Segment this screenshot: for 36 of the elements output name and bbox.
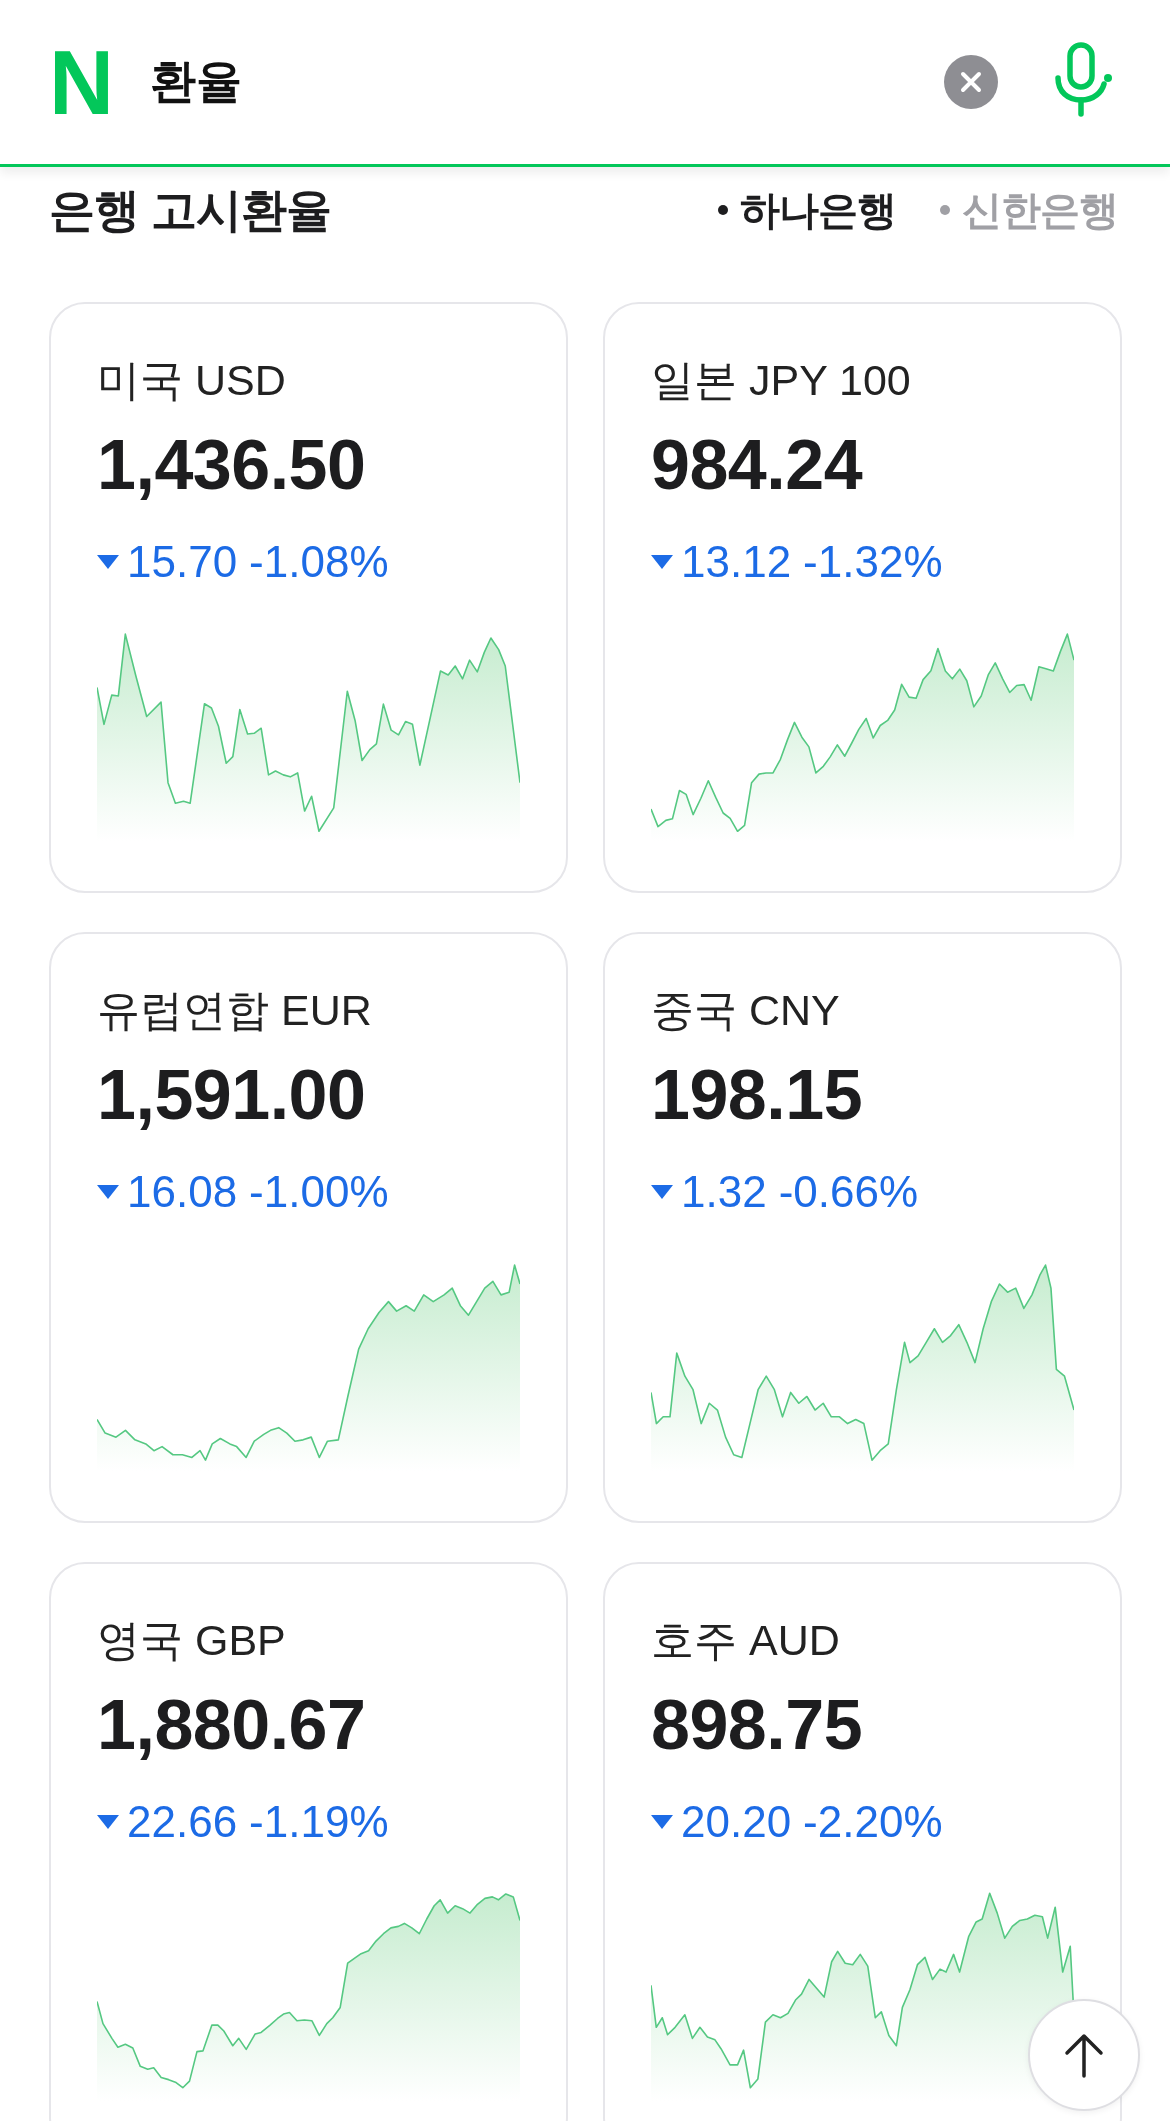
bank-tab[interactable]: 하나은행: [718, 180, 896, 240]
exchange-rate: 984.24: [651, 426, 864, 505]
change-percent: -1.19%: [249, 1796, 389, 1848]
currency-name: 미국 USD: [97, 355, 287, 406]
currency-name: 중국 CNY: [651, 985, 841, 1036]
section-title: 은행 고시환율: [49, 182, 331, 238]
rate-card[interactable]: 일본 JPY 100 984.24 13.12 -1.32%: [603, 302, 1122, 893]
change-amount: 1.32: [681, 1166, 767, 1218]
currency-name: 영국 GBP: [97, 1615, 287, 1666]
exchange-rate: 1,880.67: [97, 1686, 367, 1765]
exchange-rate: 1,436.50: [97, 426, 367, 505]
change-percent: -2.20%: [803, 1796, 943, 1848]
currency-name: 일본 JPY 100: [651, 355, 912, 406]
rate-card[interactable]: 미국 USD 1,436.50 15.70 -1.08%: [49, 302, 568, 893]
change-amount: 13.12: [681, 536, 792, 588]
rate-card[interactable]: 호주 AUD 898.75 20.20 -2.20%: [603, 1562, 1122, 2121]
rate-card[interactable]: 중국 CNY 198.15 1.32 -0.66%: [603, 932, 1122, 1523]
change-amount: 16.08: [127, 1166, 238, 1218]
exchange-rate: 198.15: [651, 1056, 864, 1135]
change-percent: -1.08%: [249, 536, 389, 588]
exchange-rate: 1,591.00: [97, 1056, 367, 1135]
arrow-up-icon: [1064, 2032, 1104, 2078]
clear-button[interactable]: [944, 55, 998, 109]
change-percent: -1.32%: [803, 536, 943, 588]
search-field[interactable]: 환율: [150, 47, 924, 117]
change-amount: 15.70: [127, 536, 238, 588]
currency-name: 유럽연합 EUR: [97, 985, 373, 1036]
change-percent: -1.00%: [249, 1166, 389, 1218]
change-amount: 22.66: [127, 1796, 238, 1848]
change-percent: -0.66%: [778, 1166, 919, 1218]
close-icon: [944, 55, 998, 109]
rate-card[interactable]: 유럽연합 EUR 1,591.00 16.08 -1.00%: [49, 932, 568, 1523]
currency-name: 호주 AUD: [651, 1615, 841, 1666]
change-amount: 20.20: [681, 1796, 792, 1848]
rate-card[interactable]: 영국 GBP 1,880.67 22.66 -1.19%: [49, 1562, 568, 2121]
exchange-rate: 898.75: [651, 1686, 864, 1765]
